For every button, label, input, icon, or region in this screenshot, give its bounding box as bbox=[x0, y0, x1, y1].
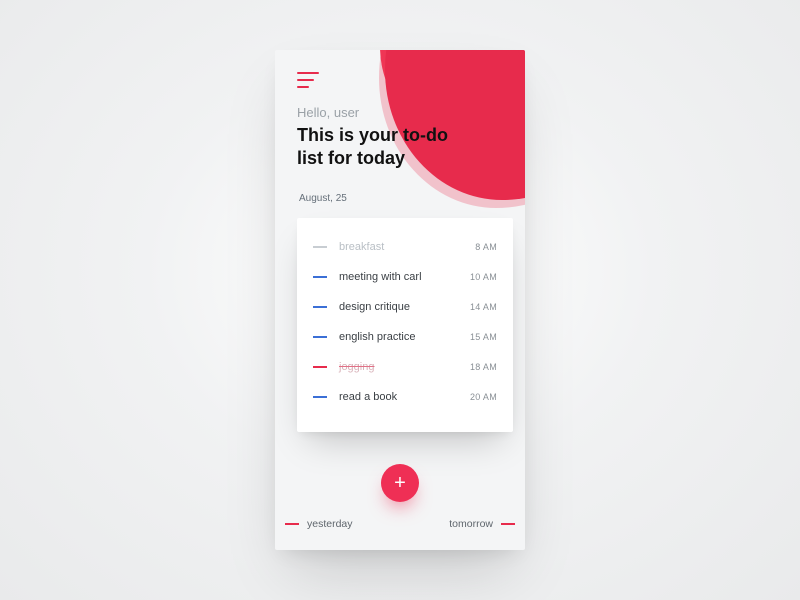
dash-icon bbox=[285, 523, 299, 525]
task-time: 8 AM bbox=[475, 242, 497, 252]
nav-next-label: tomorrow bbox=[449, 518, 493, 530]
task-label: design critique bbox=[339, 301, 470, 313]
task-time: 15 AM bbox=[470, 332, 497, 342]
add-task-button[interactable]: + bbox=[381, 464, 419, 502]
task-tick-icon bbox=[313, 246, 327, 248]
hamburger-menu-icon[interactable] bbox=[297, 72, 319, 88]
dash-icon bbox=[501, 523, 515, 525]
task-label: english practice bbox=[339, 331, 470, 343]
task-label: meeting with carl bbox=[339, 271, 470, 283]
task-label: breakfast bbox=[339, 241, 475, 253]
list-item[interactable]: english practice 15 AM bbox=[313, 322, 497, 352]
plus-icon: + bbox=[394, 473, 406, 493]
list-item[interactable]: breakfast 8 AM bbox=[313, 232, 497, 262]
list-item[interactable]: jogging 18 AM bbox=[313, 352, 497, 382]
task-tick-icon bbox=[313, 396, 327, 398]
task-tick-icon bbox=[313, 366, 327, 368]
header: Hello, user This is your to-do list for … bbox=[297, 105, 503, 169]
task-time: 14 AM bbox=[470, 302, 497, 312]
list-item[interactable]: meeting with carl 10 AM bbox=[313, 262, 497, 292]
task-time: 10 AM bbox=[470, 272, 497, 282]
app-screen: Hello, user This is your to-do list for … bbox=[275, 50, 525, 550]
date-label: August, 25 bbox=[299, 193, 347, 204]
page-title: This is your to-do list for today bbox=[297, 124, 467, 169]
nav-prev-label: yesterday bbox=[307, 518, 353, 530]
task-time: 18 AM bbox=[470, 362, 497, 372]
greeting-text: Hello, user bbox=[297, 105, 503, 120]
list-item[interactable]: design critique 14 AM bbox=[313, 292, 497, 322]
nav-next[interactable]: tomorrow bbox=[449, 518, 515, 530]
task-time: 20 AM bbox=[470, 392, 497, 402]
footer-nav: yesterday tomorrow bbox=[275, 518, 525, 530]
list-item[interactable]: read a book 20 AM bbox=[313, 382, 497, 412]
task-tick-icon bbox=[313, 306, 327, 308]
task-label: jogging bbox=[339, 361, 470, 373]
nav-prev[interactable]: yesterday bbox=[285, 518, 353, 530]
todo-card: breakfast 8 AM meeting with carl 10 AM d… bbox=[297, 218, 513, 432]
task-tick-icon bbox=[313, 276, 327, 278]
task-tick-icon bbox=[313, 336, 327, 338]
task-label: read a book bbox=[339, 391, 470, 403]
